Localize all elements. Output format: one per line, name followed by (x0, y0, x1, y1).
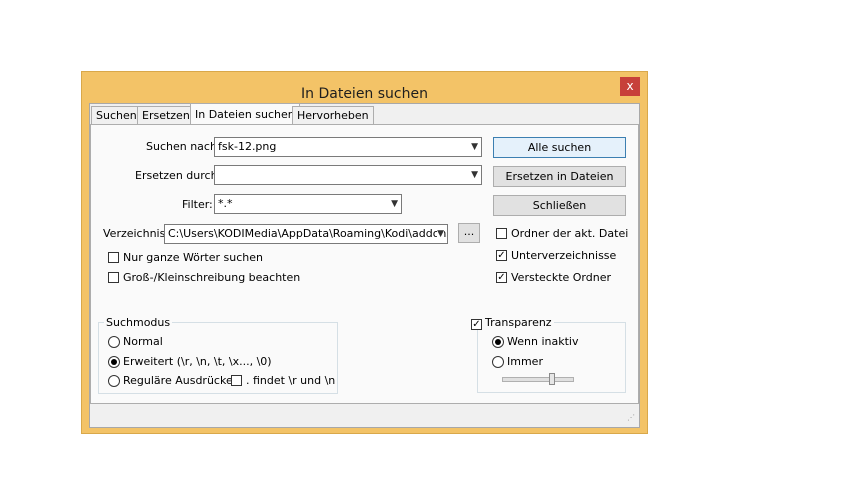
follow-doc-label: Ordner der akt. Datei (511, 227, 629, 240)
filter-value: *.* (218, 197, 233, 210)
subfolders-label: Unterverzeichnisse (511, 249, 617, 262)
mode-normal-radio[interactable] (108, 336, 120, 348)
match-case-label: Groß-/Kleinschreibung beachten (123, 271, 301, 284)
mode-extended-label: Erweitert (\r, \n, \t, \x..., \0) (123, 355, 272, 368)
mode-regex-radio[interactable] (108, 375, 120, 387)
replace-combobox[interactable]: ▼ (214, 165, 482, 185)
directory-value: C:\Users\KODIMedia\AppData\Roaming\Kodi\… (168, 227, 448, 240)
window-title: In Dateien suchen (301, 86, 428, 102)
transparency-slider-thumb[interactable] (549, 373, 555, 385)
mode-extended-radio[interactable] (108, 356, 120, 368)
find-value: fsk-12.png (218, 140, 277, 153)
transparency-slider-track[interactable] (502, 377, 574, 382)
filter-combobox[interactable]: *.* ▼ (214, 194, 402, 214)
directory-combobox[interactable]: C:\Users\KODIMedia\AppData\Roaming\Kodi\… (164, 224, 448, 244)
tab-find-in-files[interactable]: In Dateien suchen (190, 103, 300, 125)
close-window-button[interactable]: x (620, 77, 640, 96)
subfolders-checkbox[interactable]: ✓ (496, 250, 507, 261)
transp-always-radio[interactable] (492, 356, 504, 368)
replace-in-files-button[interactable]: Ersetzen in Dateien (493, 166, 626, 187)
mode-normal-label: Normal (123, 335, 163, 348)
browse-button[interactable]: ... (458, 223, 480, 243)
resize-grip-icon[interactable]: ⋰ (627, 413, 637, 423)
transp-inactive-label: Wenn inaktiv (507, 335, 579, 348)
hidden-folders-checkbox[interactable]: ✓ (496, 272, 507, 283)
mode-regex-label: Reguläre Ausdrücke (123, 374, 233, 387)
close-button[interactable]: Schließen (493, 195, 626, 216)
chevron-down-icon[interactable]: ▼ (391, 195, 398, 213)
transparency-checkbox[interactable]: ✓ (471, 319, 482, 330)
dot-newline-checkbox[interactable] (231, 375, 242, 386)
tab-find[interactable]: Suchen (91, 106, 142, 124)
tab-replace[interactable]: Ersetzen (137, 106, 195, 124)
transp-always-label: Immer (507, 355, 543, 368)
find-label: Suchen nach: (146, 140, 221, 153)
chevron-down-icon[interactable]: ▼ (471, 138, 478, 156)
find-combobox[interactable]: fsk-12.png ▼ (214, 137, 482, 157)
chevron-down-icon[interactable]: ▼ (471, 166, 478, 184)
follow-doc-checkbox[interactable] (496, 228, 507, 239)
match-case-checkbox[interactable] (108, 272, 119, 283)
find-all-button[interactable]: Alle suchen (493, 137, 626, 158)
transp-inactive-radio[interactable] (492, 336, 504, 348)
status-bar (90, 404, 639, 426)
filter-label: Filter: (182, 198, 213, 211)
tab-mark[interactable]: Hervorheben (292, 106, 374, 124)
dot-newline-label: . findet \r und \n (246, 374, 336, 387)
hidden-folders-label: Versteckte Ordner (511, 271, 611, 284)
directory-label: Verzeichnis: (103, 227, 170, 240)
transparency-title: Transparenz (485, 316, 552, 329)
transparency-title-wrap: ✓ Transparenz (469, 316, 554, 330)
search-mode-title: Suchmodus (104, 316, 173, 329)
find-in-files-dialog: In Dateien suchen x Suchen Ersetzen In D… (81, 71, 648, 434)
replace-label: Ersetzen durch: (135, 169, 222, 182)
chevron-down-icon[interactable]: ▼ (437, 225, 444, 243)
whole-word-checkbox[interactable] (108, 252, 119, 263)
whole-word-label: Nur ganze Wörter suchen (123, 251, 263, 264)
